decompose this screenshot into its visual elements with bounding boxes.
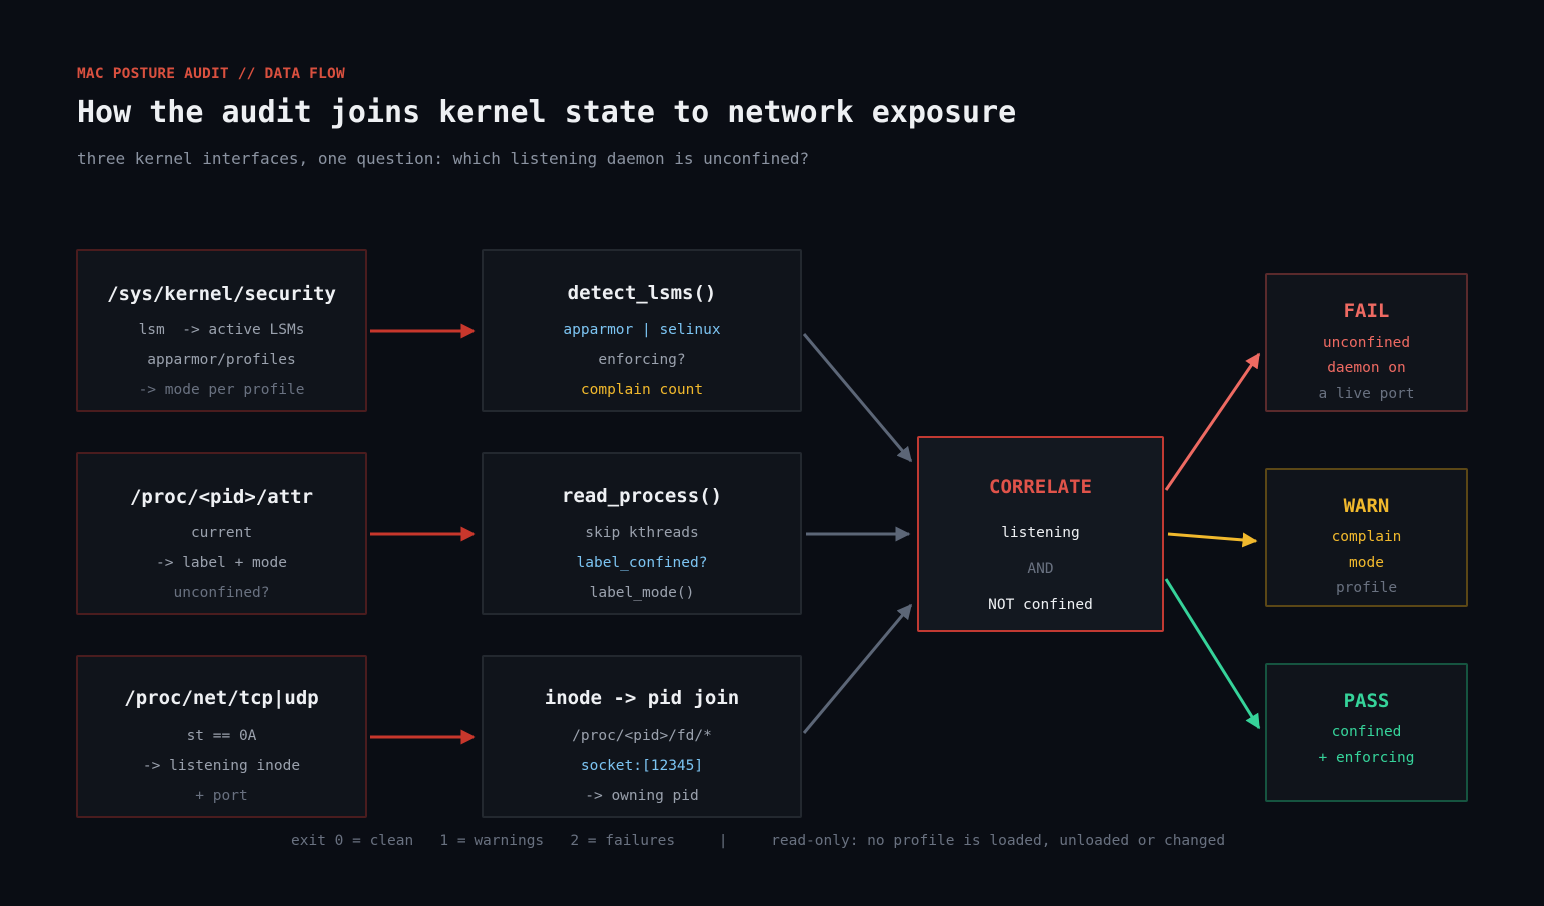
processor-line: /proc/<pid>/fd/*: [572, 728, 712, 744]
source-box-proc-net: /proc/net/tcp|udp st == 0A -> listening …: [76, 655, 367, 818]
outcome-box-fail: FAIL unconfined daemon on a live port: [1265, 273, 1468, 412]
correlate-line: NOT confined: [988, 597, 1093, 613]
processor-box-inode-pid-join: inode -> pid join /proc/<pid>/fd/* socke…: [482, 655, 802, 818]
source-box-sys-kernel-security: /sys/kernel/security lsm -> active LSMs …: [76, 249, 367, 412]
source-line: current: [190, 525, 253, 541]
source-title: /proc/<pid>/attr: [129, 486, 314, 508]
processor-line: socket:[12345]: [580, 758, 704, 774]
source-title: /sys/kernel/security: [107, 283, 336, 305]
correlate-box: CORRELATE listening AND NOT confined: [917, 436, 1164, 632]
arrow-detect-to-correlate: [802, 333, 913, 463]
outcome-line: confined: [1331, 724, 1402, 740]
outcome-box-warn: WARN complain mode profile: [1265, 468, 1468, 607]
outcome-box-pass: PASS confined + enforcing: [1265, 663, 1468, 802]
source-line: -> listening inode: [142, 758, 301, 774]
outcome-line: a live port: [1318, 386, 1415, 402]
outcome-title-fail: FAIL: [1343, 300, 1390, 322]
source-line: -> label + mode: [156, 555, 287, 571]
outcome-line: profile: [1335, 580, 1398, 596]
outcome-title-pass: PASS: [1343, 690, 1390, 712]
arrow-correlate-to-pass: [1164, 578, 1261, 730]
source-line: lsm -> active LSMs: [138, 322, 305, 338]
arrow-correlate-to-fail: [1164, 352, 1261, 491]
processor-line: complain count: [580, 382, 704, 398]
arrow-join-to-correlate: [802, 603, 913, 734]
correlate-title: CORRELATE: [989, 476, 1092, 498]
source-line: + port: [195, 788, 248, 804]
outcome-line: unconfined: [1322, 335, 1411, 351]
processor-line: -> owning pid: [585, 788, 699, 804]
outcome-line: daemon on: [1327, 360, 1406, 376]
source-line: apparmor/profiles: [147, 352, 296, 368]
source-line: unconfined?: [173, 585, 270, 601]
source-line: st == 0A: [186, 728, 257, 744]
processor-line: skip kthreads: [585, 525, 699, 541]
processor-box-read-process: read_process() skip kthreads label_confi…: [482, 452, 802, 615]
correlate-line: listening: [1001, 525, 1080, 541]
processor-line: label_mode(): [589, 585, 695, 601]
processor-line: label_confined?: [576, 555, 708, 571]
outcome-line: + enforcing: [1318, 750, 1415, 766]
correlate-line: AND: [1027, 561, 1054, 577]
processor-line: enforcing?: [598, 352, 686, 368]
processor-title: inode -> pid join: [544, 687, 740, 709]
outcome-title-warn: WARN: [1343, 495, 1390, 517]
processor-box-detect-lsms: detect_lsms() apparmor | selinux enforci…: [482, 249, 802, 412]
outcome-line: complain: [1331, 529, 1402, 545]
source-line: -> mode per profile: [138, 382, 305, 398]
arrow-correlate-to-warn: [1167, 532, 1258, 548]
source-title: /proc/net/tcp|udp: [124, 687, 319, 709]
processor-line: apparmor | selinux: [563, 322, 721, 338]
outcome-line: mode: [1349, 555, 1384, 571]
footer-legend: exit 0 = clean 1 = warnings 2 = failures…: [291, 833, 1226, 849]
processor-title: read_process(): [561, 485, 723, 507]
source-box-proc-attr: /proc/<pid>/attr current -> label + mode…: [76, 452, 367, 615]
processor-title: detect_lsms(): [567, 282, 717, 304]
